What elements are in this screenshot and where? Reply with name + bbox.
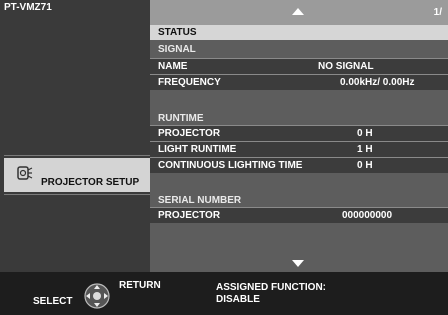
row-label: CONTINUOUS LIGHTING TIME [158, 160, 303, 171]
table-row: PROJECTOR 000000000 [150, 207, 448, 223]
row-label: PROJECTOR [158, 128, 221, 139]
footer-bar: SELECT RETURN ASSIGNED FUNCTION: DISABLE [0, 272, 448, 315]
table-row: PROJECTOR 0 H [150, 125, 448, 141]
section-title: SERIAL NUMBER [158, 195, 242, 206]
sidebar-divider [4, 155, 150, 156]
assigned-function-value: DISABLE [216, 294, 260, 305]
section-serial-number: SERIAL NUMBER [150, 193, 448, 208]
section-title: RUNTIME [158, 113, 204, 124]
projector-setup-icon [17, 166, 33, 180]
sidebar-divider [4, 194, 150, 195]
row-value: NO SIGNAL [318, 61, 374, 72]
row-value: 0 H [357, 128, 373, 139]
panel-topbar: 1/ [150, 0, 448, 25]
assigned-function-label: ASSIGNED FUNCTION: [216, 282, 326, 293]
select-label: SELECT [33, 296, 73, 307]
row-value: 0.00kHz/ 0.00Hz [340, 77, 415, 88]
model-name: PT-VMZ71 [4, 2, 52, 13]
row-label: NAME [158, 61, 188, 72]
status-header: STATUS [150, 25, 448, 40]
down-arrow-icon[interactable] [292, 260, 304, 267]
table-row: NAME NO SIGNAL [150, 58, 448, 74]
table-row: CONTINUOUS LIGHTING TIME 0 H [150, 157, 448, 173]
status-panel: 1/ STATUS SIGNAL NAME NO SIGNAL FREQUENC… [150, 0, 448, 272]
row-value: 1 H [357, 144, 373, 155]
section-runtime: RUNTIME [150, 111, 448, 126]
row-label: PROJECTOR [158, 210, 221, 221]
table-row: LIGHT RUNTIME 1 H [150, 141, 448, 157]
sidebar-item-projector-setup[interactable]: PROJECTOR SETUP [4, 158, 150, 192]
row-label: FREQUENCY [158, 77, 221, 88]
up-arrow-icon[interactable] [292, 8, 304, 15]
return-label: RETURN [119, 280, 161, 291]
row-value: 0 H [357, 160, 373, 171]
section-signal: SIGNAL [150, 42, 448, 57]
page-number: 1/ [433, 7, 442, 18]
projector-menu-screen: PT-VMZ71 PROJECTOR SETUP 1/ STATUS SIGNA… [0, 0, 448, 315]
sidebar: PT-VMZ71 PROJECTOR SETUP [0, 0, 150, 272]
table-row: FREQUENCY 0.00kHz/ 0.00Hz [150, 74, 448, 90]
sidebar-item-label: PROJECTOR SETUP [41, 177, 140, 188]
row-label: LIGHT RUNTIME [158, 144, 237, 155]
section-title: SIGNAL [158, 44, 196, 55]
status-title: STATUS [158, 27, 197, 38]
row-value: 000000000 [342, 210, 393, 221]
directional-pad-icon [84, 283, 110, 309]
